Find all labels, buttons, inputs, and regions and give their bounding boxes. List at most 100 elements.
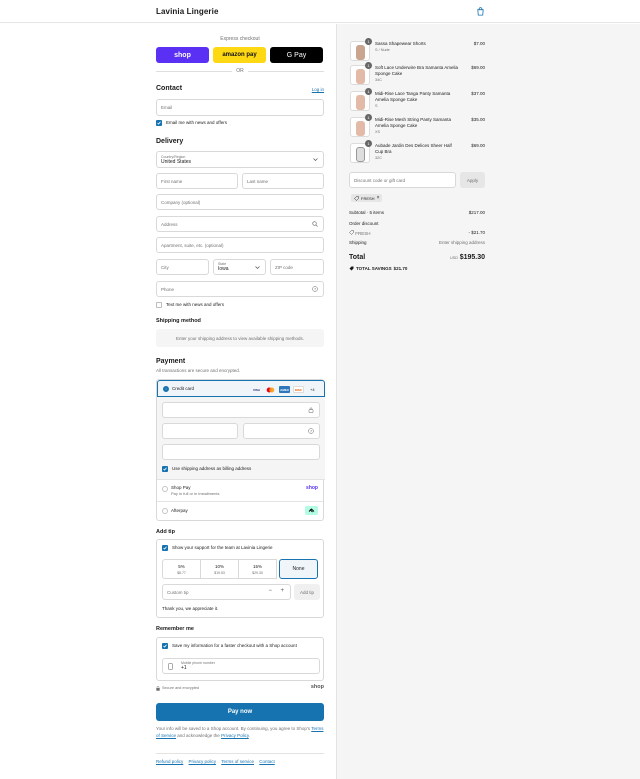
privacy-policy-footer-link[interactable]: Privacy policy bbox=[189, 759, 217, 764]
credit-card-radio[interactable] bbox=[163, 386, 169, 392]
minus-icon[interactable]: − bbox=[268, 588, 272, 594]
shop-logo: shop bbox=[310, 684, 324, 690]
security-code-field[interactable]: ? bbox=[243, 423, 320, 439]
savings-amount: $21.70 bbox=[393, 266, 408, 271]
last-name-field[interactable]: Last name bbox=[242, 173, 324, 189]
total-row: Total USD $195.30 bbox=[349, 254, 485, 261]
shipping-methods-placeholder: Enter your shipping address to view avai… bbox=[156, 329, 324, 347]
shop-pay-radio[interactable] bbox=[162, 486, 168, 492]
first-name-field[interactable]: First name bbox=[156, 173, 238, 189]
cart-item: 1 Midi-Rise Lace Tanga Panty Samanta Ame… bbox=[349, 88, 485, 114]
terms-of-service-footer-link[interactable]: Terms of service bbox=[221, 759, 254, 764]
item-name: Midi-Rise Lace Tanga Panty Samanta Ameli… bbox=[375, 91, 451, 102]
afterpay-logo bbox=[305, 506, 318, 515]
amazon-pay-button[interactable]: amazon pay bbox=[213, 47, 266, 63]
svg-text:?: ? bbox=[310, 429, 312, 433]
item-price: $37.00 bbox=[471, 91, 485, 96]
item-variant: S bbox=[375, 104, 378, 108]
address-field[interactable]: Address bbox=[156, 216, 324, 232]
subtotal-row: Subtotal · 5 items $217.00 bbox=[349, 210, 485, 215]
contact-link[interactable]: Contact bbox=[259, 759, 275, 764]
save-info-checkbox[interactable] bbox=[162, 643, 168, 649]
remember-me-heading: Remember me bbox=[156, 626, 194, 632]
text-news-checkbox[interactable] bbox=[156, 302, 162, 308]
quantity-badge: 1 bbox=[365, 114, 372, 121]
item-variant: S / Nude bbox=[375, 48, 390, 52]
shipping-value: Enter shipping address bbox=[438, 240, 485, 245]
state-select[interactable]: State Iowa bbox=[213, 259, 266, 275]
amex-logo: AMEX bbox=[279, 386, 290, 393]
afterpay-label: Afterpay bbox=[171, 508, 188, 513]
email-news-checkbox[interactable] bbox=[156, 120, 162, 126]
add-tip-heading: Add tip bbox=[156, 529, 175, 535]
shipping-row: Shipping Enter shipping address bbox=[349, 240, 485, 245]
show-support-checkbox[interactable] bbox=[162, 545, 168, 551]
tip-option-10[interactable]: 10% $19.53 bbox=[200, 559, 239, 579]
card-number-field[interactable] bbox=[162, 402, 320, 418]
cart-item: 1 Sassa Shapewear Shorts S / Nude $7.00 bbox=[349, 38, 485, 64]
delivery-heading: Delivery bbox=[156, 138, 184, 145]
help-icon[interactable]: ? bbox=[312, 286, 318, 292]
store-logo[interactable]: Lavinia Lingerie bbox=[156, 7, 219, 16]
chevron-down-icon bbox=[255, 266, 260, 269]
mobile-phone-field[interactable]: Mobile phone number +1 bbox=[162, 658, 320, 674]
billing-same-checkbox[interactable] bbox=[162, 466, 168, 472]
mastercard-logo bbox=[265, 386, 276, 393]
tip-percent: 10% bbox=[214, 563, 224, 569]
google-pay-button[interactable]: G Pay bbox=[270, 47, 323, 63]
afterpay-radio[interactable] bbox=[162, 508, 168, 514]
tip-option-5[interactable]: 5% $8.77 bbox=[162, 559, 201, 579]
remove-discount-icon[interactable]: × bbox=[377, 195, 380, 201]
svg-text:?: ? bbox=[314, 287, 316, 291]
remember-me-box: Save my information for a faster checkou… bbox=[156, 637, 324, 681]
apartment-field[interactable]: Apartment, suite, etc. (optional) bbox=[156, 237, 324, 253]
add-tip-button[interactable]: Add tip bbox=[294, 584, 320, 600]
pay-now-button[interactable]: Pay now bbox=[156, 703, 324, 721]
help-icon[interactable]: ? bbox=[308, 428, 314, 434]
payment-options: Credit card VISA AMEX DISC +4 ? Use ship… bbox=[156, 379, 325, 521]
expiration-field[interactable] bbox=[162, 423, 238, 439]
afterpay-option[interactable]: Afterpay bbox=[157, 502, 323, 520]
email-news-label: Email me with news and offers bbox=[166, 120, 227, 125]
custom-tip-field[interactable]: Custom tip − + bbox=[162, 584, 291, 600]
discount-row: FRESH - $21.70 bbox=[349, 230, 485, 236]
login-link[interactable]: Log in bbox=[312, 87, 324, 92]
credit-card-option[interactable]: Credit card VISA AMEX DISC +4 bbox=[157, 380, 325, 397]
discount-code-input[interactable]: Discount code or gift card bbox=[349, 172, 456, 188]
country-select[interactable]: Country/Region United States bbox=[156, 151, 324, 168]
total-savings: TOTAL SAVINGS $21.70 bbox=[349, 266, 407, 271]
cart-item: 1 Soft Lace Underwire Bra Samanta Amelia… bbox=[349, 62, 485, 88]
discount-amount: - $21.70 bbox=[468, 230, 485, 235]
check-icon bbox=[157, 121, 161, 125]
footnote-text: . bbox=[248, 733, 251, 738]
quantity-badge: 1 bbox=[365, 62, 372, 69]
shipping-label: Shipping bbox=[349, 240, 367, 245]
tip-option-none[interactable]: None bbox=[279, 559, 318, 579]
terms-footnote: Your info will be saved to a Shop accoun… bbox=[156, 725, 324, 739]
email-field[interactable]: Email bbox=[156, 99, 324, 116]
item-name: Soft Lace Underwire Bra Samanta Amelia S… bbox=[375, 65, 459, 76]
city-field[interactable]: City bbox=[156, 259, 209, 275]
item-name: Midi-Rise Mesh String Panty Samanta Amel… bbox=[375, 117, 452, 128]
product-figure bbox=[356, 121, 365, 136]
shop-pay-button[interactable]: shop bbox=[156, 47, 209, 63]
plus-icon[interactable]: + bbox=[280, 588, 284, 594]
header: Lavinia Lingerie bbox=[0, 0, 640, 23]
name-on-card-field[interactable] bbox=[162, 444, 320, 460]
quantity-badge: 1 bbox=[365, 140, 372, 147]
tip-option-15[interactable]: 15% $29.30 bbox=[238, 559, 277, 579]
apply-discount-button[interactable]: Apply bbox=[460, 172, 485, 188]
shopping-bag-icon[interactable] bbox=[476, 7, 485, 16]
company-field[interactable]: Company (optional) bbox=[156, 194, 324, 210]
shop-pay-logo: shop bbox=[306, 485, 318, 491]
text-news-label: Text me with news and offers bbox=[166, 302, 224, 307]
shop-pay-label: Shop Pay bbox=[171, 485, 191, 490]
item-variant: XS bbox=[375, 130, 381, 134]
item-price: $69.00 bbox=[471, 143, 485, 148]
phone-field[interactable]: Phone ? bbox=[156, 281, 324, 297]
payment-subtitle: All transactions are secure and encrypte… bbox=[156, 368, 241, 373]
refund-policy-link[interactable]: Refund policy bbox=[156, 759, 183, 764]
privacy-policy-link[interactable]: Privacy Policy bbox=[221, 733, 249, 738]
zip-field[interactable]: ZIP code bbox=[270, 259, 324, 275]
shop-pay-option[interactable]: Shop Pay Pay in full or in installments … bbox=[157, 480, 323, 502]
